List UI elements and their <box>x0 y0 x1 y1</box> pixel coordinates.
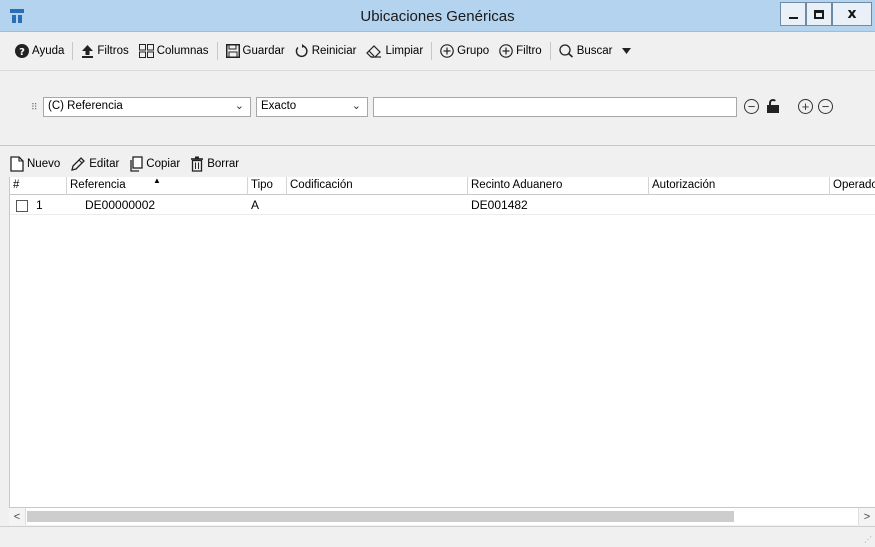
column-header-operador[interactable]: Operador <box>829 177 875 195</box>
columns-button[interactable]: Columnas <box>134 40 214 62</box>
cell-autorizacion <box>649 196 652 215</box>
delete-button[interactable]: Borrar <box>190 156 239 172</box>
delete-label: Borrar <box>207 158 240 170</box>
search-button[interactable]: Buscar <box>554 40 618 62</box>
eraser-icon <box>366 44 382 58</box>
filter-field-select[interactable]: (C) Referencia ⌄ <box>43 97 251 117</box>
sort-ascending-icon: ▲ <box>153 176 161 185</box>
toolbar-divider <box>549 42 551 60</box>
new-label: Nuevo <box>27 158 61 170</box>
plus-circle-icon <box>440 44 454 58</box>
help-icon: ? <box>15 44 29 58</box>
plus-circle-icon <box>499 44 513 58</box>
trash-icon <box>190 156 204 172</box>
group-button[interactable]: Grupo <box>435 40 494 62</box>
cell-codificacion <box>287 196 290 215</box>
maximize-icon <box>814 9 824 19</box>
copy-label: Copiar <box>146 158 181 170</box>
minimize-button[interactable] <box>780 2 806 26</box>
search-icon <box>559 44 574 58</box>
filters-label: Filtros <box>97 45 129 57</box>
help-button[interactable]: ? Ayuda <box>10 40 69 62</box>
minus-circle-icon: − <box>821 99 830 114</box>
refresh-icon <box>295 44 309 58</box>
filter-value-input[interactable] <box>373 97 737 117</box>
restart-label: Reiniciar <box>311 45 357 57</box>
columns-label: Columnas <box>156 45 209 57</box>
row-checkbox[interactable] <box>16 200 28 212</box>
save-label: Guardar <box>242 45 285 57</box>
cell-recinto-aduanero: DE001482 <box>471 198 528 212</box>
pencil-icon <box>70 156 86 172</box>
new-document-icon <box>10 156 24 172</box>
edit-label: Editar <box>89 158 120 170</box>
column-header-referencia-label: Referencia <box>70 179 126 191</box>
minus-circle-icon: − <box>747 99 756 114</box>
row-number: 1 <box>36 198 43 212</box>
toolbar-divider <box>216 42 218 60</box>
filter-operator-select[interactable]: Exacto ⌄ <box>256 97 368 117</box>
group-label: Grupo <box>457 45 490 57</box>
scrollbar-thumb[interactable] <box>27 511 734 522</box>
toolbar-divider <box>431 42 433 60</box>
copy-icon <box>129 156 143 172</box>
new-button[interactable]: Nuevo <box>10 156 60 172</box>
table-row[interactable]: 1 DE00000002 A DE001482 <box>10 196 875 215</box>
close-icon: x <box>847 6 857 22</box>
main-toolbar: ? Ayuda Filtros Columnas Guardar Reinici… <box>0 38 875 64</box>
restart-button[interactable]: Reiniciar <box>290 40 362 62</box>
chevron-down-icon: ⌄ <box>234 100 244 112</box>
column-header-tipo[interactable]: Tipo <box>247 177 286 195</box>
cell-referencia: DE00000002 <box>85 198 156 212</box>
save-button[interactable]: Guardar <box>221 40 290 62</box>
remove-condition-button[interactable]: − <box>744 99 759 114</box>
maximize-button[interactable] <box>806 2 832 26</box>
record-actions: Nuevo Editar Copiar Borrar <box>10 153 249 175</box>
column-header-number[interactable]: # <box>10 177 66 195</box>
filter-button[interactable]: Filtro <box>494 40 547 62</box>
column-header-recinto-aduanero[interactable]: Recinto Aduanero <box>467 177 648 195</box>
clear-label: Limpiar <box>385 45 424 57</box>
chevron-right-icon: > <box>863 510 871 523</box>
add-filter-button[interactable]: + <box>798 99 813 114</box>
grid-header: # Referencia ▲ Tipo Codificación Recinto… <box>10 176 875 195</box>
scroll-left-button[interactable]: < <box>9 508 26 525</box>
drag-handle-icon[interactable]: ⠿ <box>31 102 38 113</box>
column-header-autorizacion[interactable]: Autorización <box>648 177 829 195</box>
close-button[interactable]: x <box>832 2 872 26</box>
remove-filter-button[interactable]: − <box>818 99 833 114</box>
help-label: Ayuda <box>32 45 65 57</box>
upload-arrow-icon <box>81 44 94 58</box>
cell-operador <box>830 196 833 215</box>
cell-tipo: A <box>251 198 260 212</box>
chevron-down-icon: ⌄ <box>351 100 361 112</box>
search-label: Buscar <box>576 45 613 57</box>
column-header-codificacion[interactable]: Codificación <box>286 177 467 195</box>
unlock-icon[interactable] <box>767 99 779 113</box>
window-title: Ubicaciones Genéricas <box>360 8 515 25</box>
minimize-icon <box>788 17 798 19</box>
caret-down-icon <box>622 48 632 54</box>
search-dropdown-button[interactable] <box>617 40 636 62</box>
filter-field-value: (C) Referencia <box>48 100 123 112</box>
edit-button[interactable]: Editar <box>70 156 120 172</box>
filter-label: Filtro <box>516 45 542 57</box>
title-bar: Ubicaciones Genéricas x <box>0 0 875 32</box>
horizontal-scrollbar[interactable]: < > <box>9 507 875 525</box>
chevron-left-icon: < <box>13 510 21 523</box>
filters-button[interactable]: Filtros <box>76 40 133 62</box>
columns-grid-icon <box>138 44 154 58</box>
status-bar: ⋰ <box>0 526 875 547</box>
clear-button[interactable]: Limpiar <box>361 40 428 62</box>
svg-text:?: ? <box>19 47 25 58</box>
filter-panel: ⠿ (C) Referencia ⌄ Exacto ⌄ − + − <box>0 70 875 146</box>
plus-circle-icon: + <box>801 99 810 114</box>
data-grid: # Referencia ▲ Tipo Codificación Recinto… <box>9 176 875 525</box>
save-icon <box>225 44 240 58</box>
toolbar-divider <box>72 42 74 60</box>
resize-grip-icon[interactable]: ⋰ <box>864 535 872 544</box>
filter-operator-value: Exacto <box>261 100 297 112</box>
copy-button[interactable]: Copiar <box>129 156 180 172</box>
scroll-right-button[interactable]: > <box>858 508 875 525</box>
